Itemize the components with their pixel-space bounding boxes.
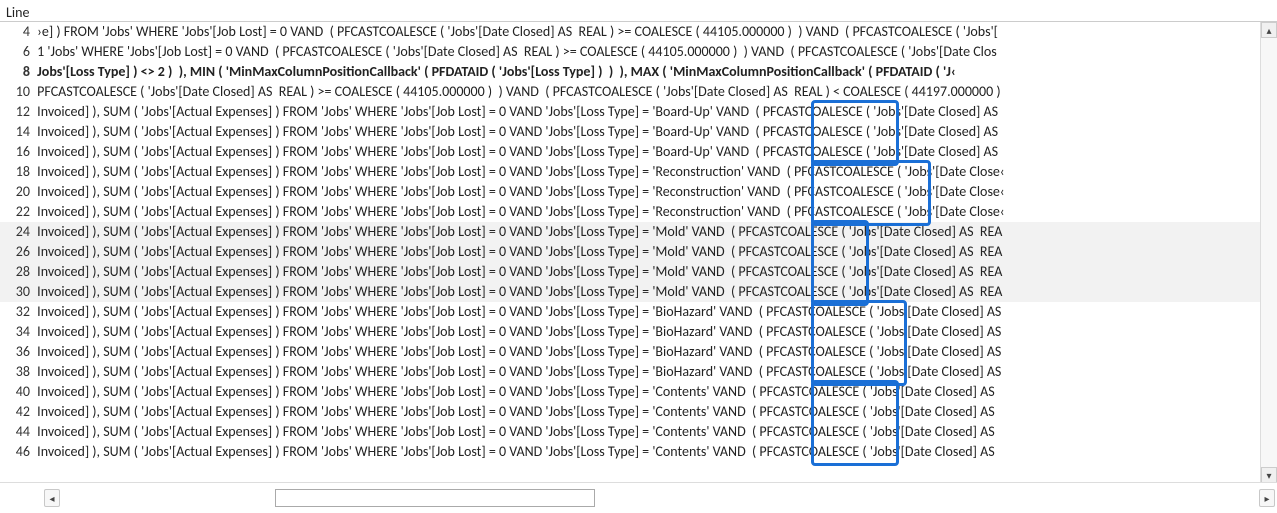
- hscroll-track[interactable]: [62, 489, 1257, 507]
- vertical-scrollbar[interactable]: ▴ ▾: [1260, 22, 1277, 483]
- scroll-left-arrow-icon[interactable]: ◂: [44, 489, 60, 507]
- code-row[interactable]: 24 Invoiced] ), SUM ( 'Jobs'[Actual Expe…: [0, 222, 1261, 242]
- line-text: Invoiced] ), SUM ( 'Jobs'[Actual Expense…: [34, 322, 1261, 342]
- code-row[interactable]: 16 Invoiced] ), SUM ( 'Jobs'[Actual Expe…: [0, 142, 1261, 162]
- line-number: 10: [0, 82, 34, 102]
- line-number: 24: [0, 222, 34, 242]
- line-number: 18: [0, 162, 34, 182]
- line-number: 36: [0, 342, 34, 362]
- code-row[interactable]: 18 Invoiced] ), SUM ( 'Jobs'[Actual Expe…: [0, 162, 1261, 182]
- vscroll-track[interactable]: [1261, 38, 1277, 467]
- code-row[interactable]: 10 PFCASTCOALESCE ( 'Jobs'[Date Closed] …: [0, 82, 1261, 102]
- code-row[interactable]: 42 Invoiced] ), SUM ( 'Jobs'[Actual Expe…: [0, 402, 1261, 422]
- line-text: Invoiced] ), SUM ( 'Jobs'[Actual Expense…: [34, 102, 1261, 122]
- code-row[interactable]: 38 Invoiced] ), SUM ( 'Jobs'[Actual Expe…: [0, 362, 1261, 382]
- line-number: 44: [0, 422, 34, 442]
- horizontal-scrollbar[interactable]: ◂ ▸: [2, 489, 1275, 507]
- line-number: 20: [0, 182, 34, 202]
- code-row[interactable]: 34 Invoiced] ), SUM ( 'Jobs'[Actual Expe…: [0, 322, 1261, 342]
- line-text: Invoiced] ), SUM ( 'Jobs'[Actual Expense…: [34, 222, 1261, 242]
- trace-viewer: Line 4 ›e] ) FROM 'Jobs' WHERE 'Jobs'[Jo…: [0, 0, 1277, 513]
- scroll-up-arrow-icon[interactable]: ▴: [1261, 22, 1277, 38]
- code-row[interactable]: 36 Invoiced] ), SUM ( 'Jobs'[Actual Expe…: [0, 342, 1261, 362]
- line-text: PFCASTCOALESCE ( 'Jobs'[Date Closed] AS …: [34, 82, 1261, 102]
- line-number: 12: [0, 102, 34, 122]
- line-text: Invoiced] ), SUM ( 'Jobs'[Actual Expense…: [34, 142, 1261, 162]
- column-header-bar: Line: [0, 0, 1277, 22]
- code-row[interactable]: 4 ›e] ) FROM 'Jobs' WHERE 'Jobs'[Job Los…: [0, 22, 1261, 42]
- code-row[interactable]: 6 1 'Jobs' WHERE 'Jobs'[Job Lost] = 0 VA…: [0, 42, 1261, 62]
- line-text: Invoiced] ), SUM ( 'Jobs'[Actual Expense…: [34, 262, 1261, 282]
- code-row[interactable]: 40 Invoiced] ), SUM ( 'Jobs'[Actual Expe…: [0, 382, 1261, 402]
- line-number: 22: [0, 202, 34, 222]
- line-number: 28: [0, 262, 34, 282]
- code-row[interactable]: 20 Invoiced] ), SUM ( 'Jobs'[Actual Expe…: [0, 182, 1261, 202]
- line-number: 30: [0, 282, 34, 302]
- line-text: Invoiced] ), SUM ( 'Jobs'[Actual Expense…: [34, 362, 1261, 382]
- line-number: 34: [0, 322, 34, 342]
- line-text: Invoiced] ), SUM ( 'Jobs'[Actual Expense…: [34, 342, 1261, 362]
- line-number: 40: [0, 382, 34, 402]
- line-number: 32: [0, 302, 34, 322]
- line-number: 42: [0, 402, 34, 422]
- line-text: Invoiced] ), SUM ( 'Jobs'[Actual Expense…: [34, 382, 1261, 402]
- line-text: ›e] ) FROM 'Jobs' WHERE 'Jobs'[Job Lost]…: [34, 22, 1261, 42]
- line-text: Invoiced] ), SUM ( 'Jobs'[Actual Expense…: [34, 282, 1261, 302]
- line-text: Invoiced] ), SUM ( 'Jobs'[Actual Expense…: [34, 122, 1261, 142]
- line-number: 14: [0, 122, 34, 142]
- line-number: 8: [0, 62, 34, 82]
- bottom-band: ◂ ▸: [0, 482, 1277, 513]
- scroll-right-arrow-icon[interactable]: ▸: [1259, 489, 1275, 507]
- code-row[interactable]: 22 Invoiced] ), SUM ( 'Jobs'[Actual Expe…: [0, 202, 1261, 222]
- line-number: 16: [0, 142, 34, 162]
- scroll-down-arrow-icon[interactable]: ▾: [1261, 467, 1277, 483]
- line-text: Invoiced] ), SUM ( 'Jobs'[Actual Expense…: [34, 202, 1261, 222]
- code-row[interactable]: 28 Invoiced] ), SUM ( 'Jobs'[Actual Expe…: [0, 262, 1261, 282]
- line-text: Jobs'[Loss Type] ) <> 2 ) ), MIN ( 'MinM…: [34, 62, 1261, 82]
- line-text: Invoiced] ), SUM ( 'Jobs'[Actual Expense…: [34, 422, 1261, 442]
- line-text: Invoiced] ), SUM ( 'Jobs'[Actual Expense…: [34, 302, 1261, 322]
- line-number: 46: [0, 442, 34, 462]
- code-row[interactable]: 26 Invoiced] ), SUM ( 'Jobs'[Actual Expe…: [0, 242, 1261, 262]
- line-number: 6: [0, 42, 34, 62]
- code-row[interactable]: 8 Jobs'[Loss Type] ) <> 2 ) ), MIN ( 'Mi…: [0, 62, 1261, 82]
- code-row[interactable]: 46 Invoiced] ), SUM ( 'Jobs'[Actual Expe…: [0, 442, 1261, 462]
- line-number: 38: [0, 362, 34, 382]
- code-row[interactable]: 12 Invoiced] ), SUM ( 'Jobs'[Actual Expe…: [0, 102, 1261, 122]
- code-row[interactable]: 32 Invoiced] ), SUM ( 'Jobs'[Actual Expe…: [0, 302, 1261, 322]
- code-row[interactable]: 14 Invoiced] ), SUM ( 'Jobs'[Actual Expe…: [0, 122, 1261, 142]
- line-text: Invoiced] ), SUM ( 'Jobs'[Actual Expense…: [34, 162, 1261, 182]
- line-text: Invoiced] ), SUM ( 'Jobs'[Actual Expense…: [34, 242, 1261, 262]
- column-header-line: Line: [6, 4, 29, 21]
- quick-find-input[interactable]: [275, 489, 595, 507]
- line-number: 4: [0, 22, 34, 42]
- code-rows-area[interactable]: 4 ›e] ) FROM 'Jobs' WHERE 'Jobs'[Job Los…: [0, 22, 1261, 483]
- code-row[interactable]: 44 Invoiced] ), SUM ( 'Jobs'[Actual Expe…: [0, 422, 1261, 442]
- line-number: 26: [0, 242, 34, 262]
- line-text: Invoiced] ), SUM ( 'Jobs'[Actual Expense…: [34, 182, 1261, 202]
- code-row[interactable]: 30 Invoiced] ), SUM ( 'Jobs'[Actual Expe…: [0, 282, 1261, 302]
- line-text: Invoiced] ), SUM ( 'Jobs'[Actual Expense…: [34, 442, 1261, 462]
- line-text: Invoiced] ), SUM ( 'Jobs'[Actual Expense…: [34, 402, 1261, 422]
- line-text: 1 'Jobs' WHERE 'Jobs'[Job Lost] = 0 VAND…: [34, 42, 1261, 62]
